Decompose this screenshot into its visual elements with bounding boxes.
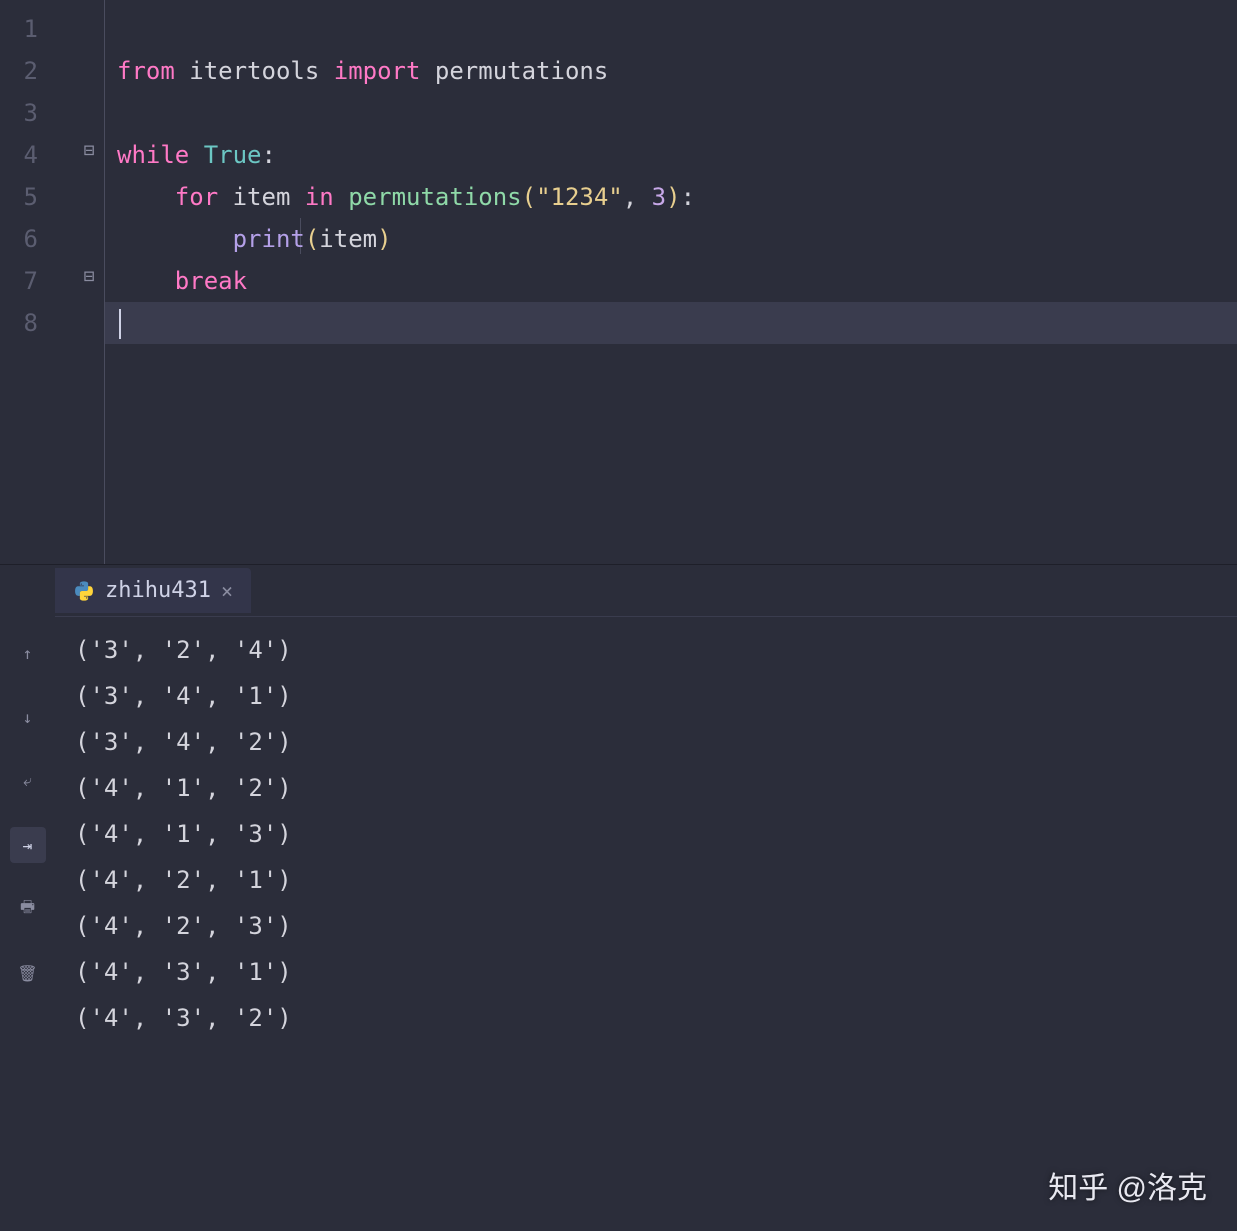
console-output[interactable]: ('3', '2', '4') ('3', '4', '1') ('3', '4…	[55, 617, 1237, 1231]
line-number: 3	[0, 92, 38, 134]
console-tab-label: zhihu431	[105, 578, 211, 603]
editor-pane: 1 2 3 4 5 6 7 8 ⊟ ⊟ from itertools impor…	[0, 0, 1237, 565]
soft-wrap-icon[interactable]: ⤶	[10, 763, 46, 799]
string-literal: "1234"	[536, 183, 623, 211]
line-number: 4	[0, 134, 38, 176]
line-number: 6	[0, 218, 38, 260]
rparen: )	[666, 183, 680, 211]
fold-column: ⊟ ⊟	[50, 0, 105, 564]
call-print: print	[233, 225, 305, 253]
comma: ,	[623, 183, 637, 211]
colon: :	[262, 141, 276, 169]
trash-icon[interactable]: 🗑	[10, 955, 46, 991]
number-literal: 3	[652, 183, 666, 211]
print-icon[interactable]: 🖶	[10, 891, 46, 927]
fold-minus-icon[interactable]: ⊟	[80, 266, 98, 287]
code-line-current[interactable]	[105, 302, 1237, 344]
code-line[interactable]	[105, 8, 1237, 50]
code-area[interactable]: from itertools import permutations while…	[105, 0, 1237, 564]
module-name: itertools	[189, 57, 319, 85]
literal-true: True	[204, 141, 262, 169]
console-wrap: zhihu431 × ('3', '2', '4') ('3', '4', '1…	[55, 565, 1237, 1231]
line-number: 7	[0, 260, 38, 302]
keyword-break: break	[175, 267, 247, 295]
code-line[interactable]: from itertools import permutations	[105, 50, 1237, 92]
keyword-from: from	[117, 57, 175, 85]
code-line[interactable]: while True:	[105, 134, 1237, 176]
code-line[interactable]: break	[105, 260, 1237, 302]
colon: :	[681, 183, 695, 211]
console-tabs: zhihu431 ×	[55, 565, 1237, 617]
line-number: 2	[0, 50, 38, 92]
scroll-to-end-icon[interactable]: ⇥	[10, 827, 46, 863]
call-permutations: permutations	[348, 183, 521, 211]
loop-var: item	[233, 183, 291, 211]
fold-minus-icon[interactable]: ⊟	[80, 140, 98, 161]
code-line[interactable]: for item in permutations("1234", 3):	[105, 176, 1237, 218]
line-number-gutter: 1 2 3 4 5 6 7 8	[0, 0, 50, 564]
keyword-in: in	[305, 183, 334, 211]
arrow-up-icon[interactable]: ↑	[10, 635, 46, 671]
python-icon	[73, 580, 95, 602]
close-icon[interactable]: ×	[221, 579, 233, 603]
rparen: )	[377, 225, 391, 253]
console-tab[interactable]: zhihu431 ×	[55, 568, 251, 613]
code-line[interactable]	[105, 92, 1237, 134]
arrow-down-icon[interactable]: ↓	[10, 699, 46, 735]
run-toolbar: ↑ ↓ ⤶ ⇥ 🖶 🗑	[0, 565, 55, 1231]
lparen: (	[522, 183, 536, 211]
keyword-import: import	[334, 57, 421, 85]
run-tool-window: ↑ ↓ ⤶ ⇥ 🖶 🗑 zhihu431 × ('3', '2', '4') (…	[0, 565, 1237, 1231]
argument: item	[319, 225, 377, 253]
text-cursor	[119, 309, 121, 339]
keyword-for: for	[175, 183, 218, 211]
keyword-while: while	[117, 141, 189, 169]
imported-name: permutations	[435, 57, 608, 85]
line-number: 1	[0, 8, 38, 50]
lparen: (	[305, 225, 319, 253]
line-number: 5	[0, 176, 38, 218]
line-number: 8	[0, 302, 38, 344]
code-line[interactable]: print(item)	[105, 218, 1237, 260]
